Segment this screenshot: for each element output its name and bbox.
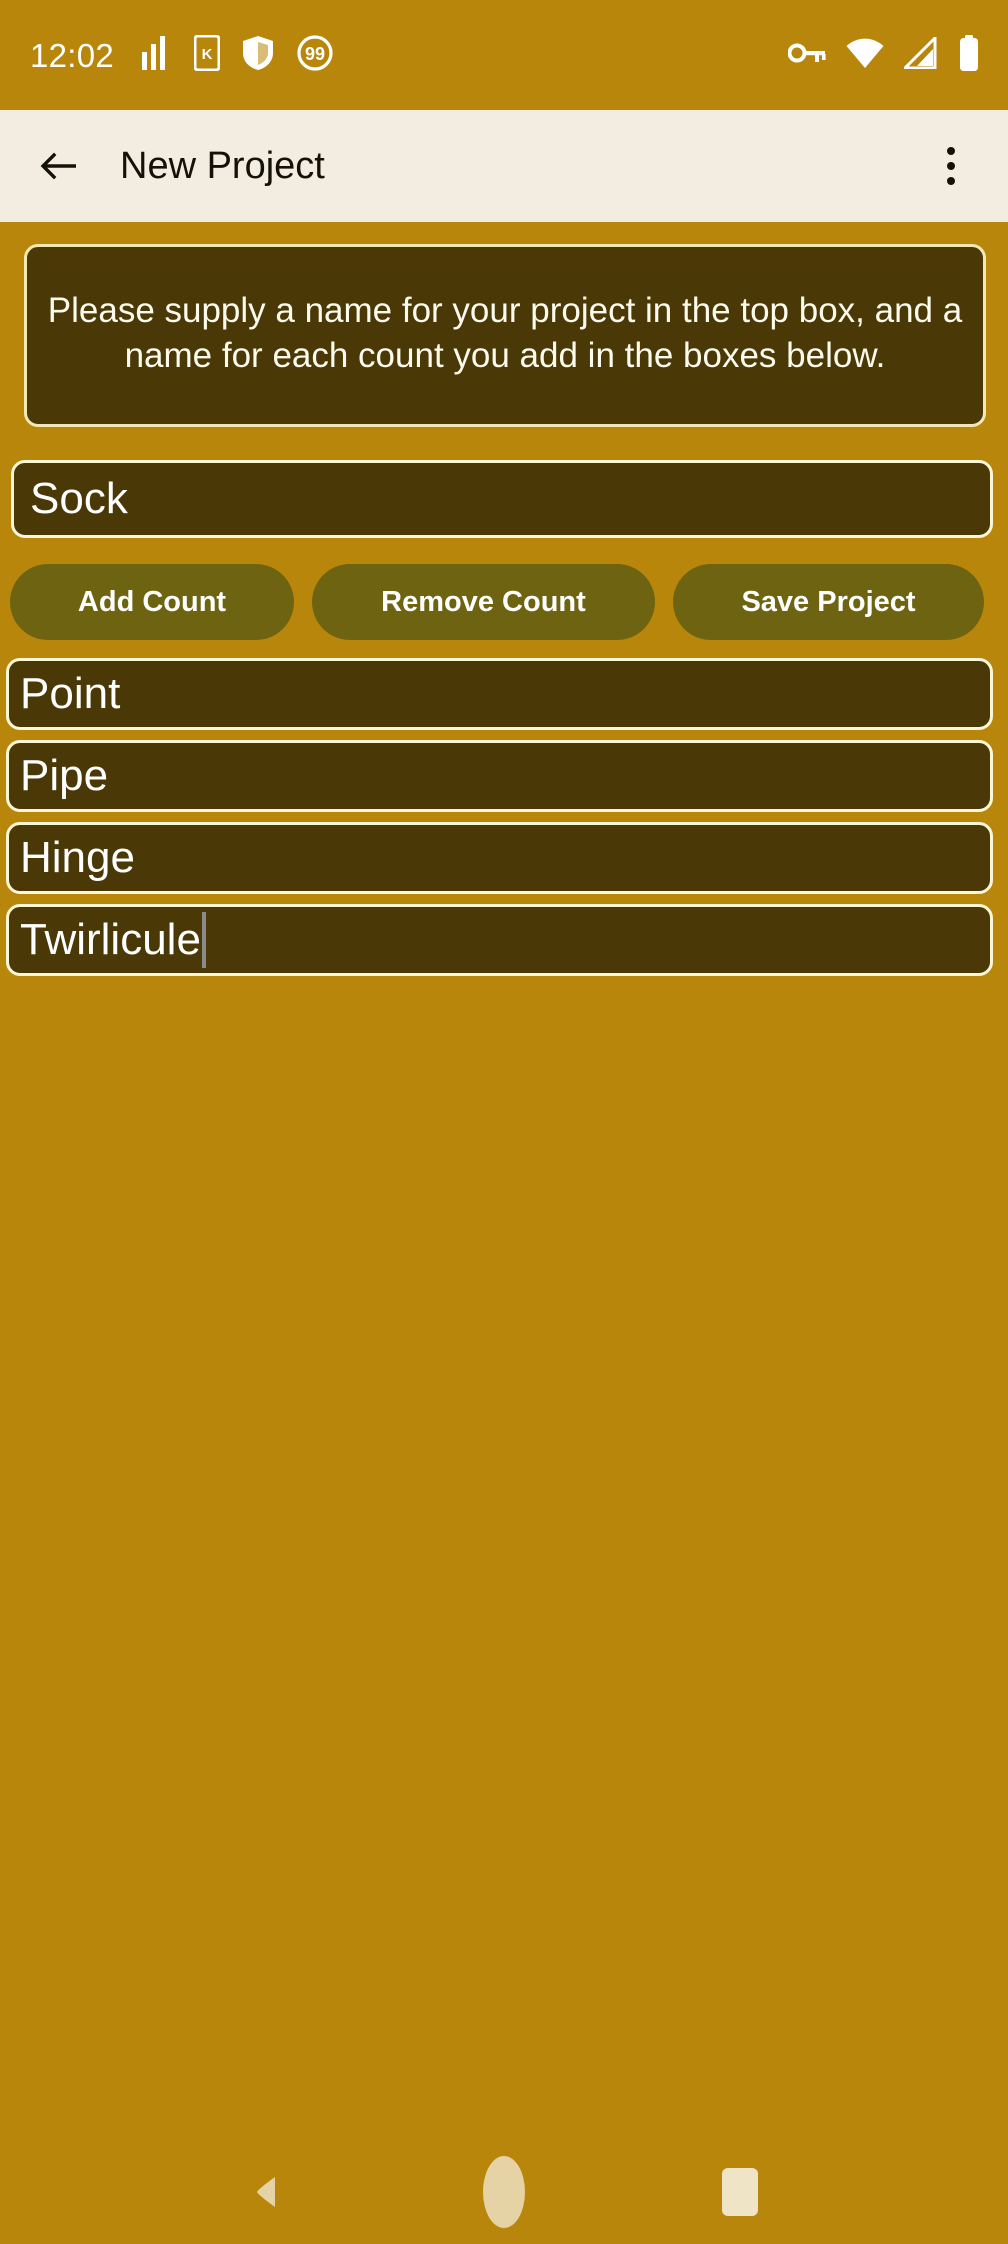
add-count-button[interactable]: Add Count bbox=[10, 564, 294, 640]
nav-home-button[interactable] bbox=[459, 2147, 549, 2237]
count-name-input-1[interactable]: Point bbox=[6, 658, 993, 730]
count-name-input-3[interactable]: Hinge bbox=[6, 822, 993, 894]
overflow-menu-button[interactable] bbox=[920, 135, 982, 197]
svg-text:99: 99 bbox=[305, 44, 325, 64]
overflow-dot-1 bbox=[947, 147, 955, 155]
count-name-list: Point Pipe Hinge Twirlicule bbox=[0, 658, 1008, 976]
sim-card-k-icon: K bbox=[193, 34, 221, 76]
back-button[interactable] bbox=[28, 135, 90, 197]
status-bar-right-group bbox=[787, 33, 980, 76]
project-name-input[interactable]: Sock bbox=[11, 460, 993, 538]
instruction-banner: Please supply a name for your project in… bbox=[24, 244, 986, 427]
shield-security-icon bbox=[242, 35, 274, 76]
nav-back-button[interactable] bbox=[223, 2147, 313, 2237]
nav-recents-square-icon bbox=[722, 2168, 758, 2216]
content-empty-space bbox=[0, 976, 1008, 2140]
count-name-value-4: Twirlicule bbox=[20, 915, 201, 964]
save-project-button[interactable]: Save Project bbox=[673, 564, 984, 640]
remove-count-button[interactable]: Remove Count bbox=[312, 564, 655, 640]
svg-text:K: K bbox=[202, 46, 213, 63]
vpn-key-icon bbox=[787, 41, 826, 70]
count-name-input-2[interactable]: Pipe bbox=[6, 740, 993, 812]
phone-screen: 12:02 K 99 New Project Please supply a n… bbox=[0, 0, 1008, 2244]
notification-count-icon: 99 bbox=[296, 34, 334, 77]
main-content: Please supply a name for your project in… bbox=[0, 222, 1008, 2140]
nav-recents-button[interactable] bbox=[695, 2147, 785, 2237]
count-name-value-3: Hinge bbox=[20, 833, 135, 882]
overflow-dot-3 bbox=[947, 177, 955, 185]
signal-bars-icon bbox=[140, 35, 172, 75]
project-name-value: Sock bbox=[30, 474, 128, 523]
wifi-icon bbox=[846, 38, 884, 73]
count-name-value-1: Point bbox=[20, 669, 121, 718]
action-button-row: Add Count Remove Count Save Project bbox=[0, 564, 1008, 640]
text-cursor bbox=[201, 912, 206, 968]
status-bar-left-group: 12:02 K 99 bbox=[30, 34, 334, 77]
status-bar: 12:02 K 99 bbox=[0, 0, 1008, 110]
status-clock: 12:02 bbox=[30, 36, 115, 74]
count-name-value-2: Pipe bbox=[20, 751, 109, 800]
system-navigation-bar bbox=[0, 2140, 1008, 2244]
app-bar: New Project bbox=[0, 110, 1008, 222]
nav-back-triangle-icon bbox=[257, 2177, 275, 2207]
nav-home-circle-icon bbox=[483, 2156, 525, 2228]
cellular-signal-icon bbox=[901, 33, 938, 74]
instruction-text: Please supply a name for your project in… bbox=[47, 290, 963, 375]
overflow-dot-2 bbox=[947, 162, 955, 170]
count-name-input-4[interactable]: Twirlicule bbox=[6, 904, 993, 976]
arrow-back-icon bbox=[40, 152, 76, 180]
battery-icon bbox=[958, 34, 980, 76]
page-title: New Project bbox=[120, 144, 325, 187]
